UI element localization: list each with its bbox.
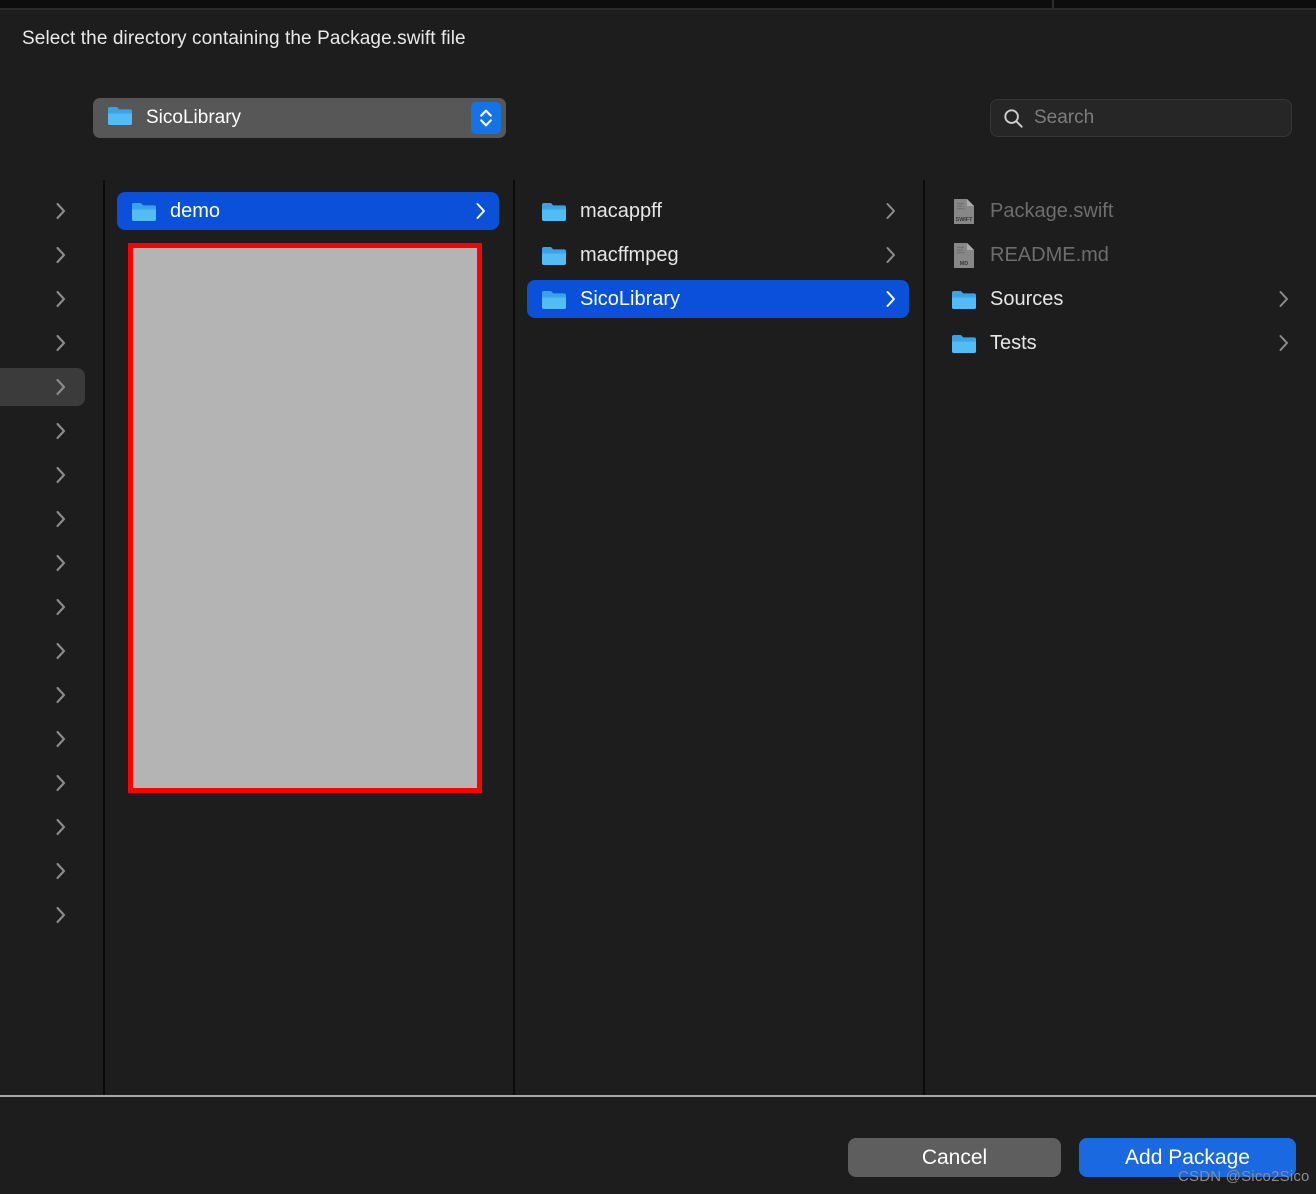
browser-row-clipped[interactable] — [0, 412, 85, 450]
browser-row-clipped[interactable] — [0, 236, 85, 274]
browser-row-label: Sources — [990, 287, 1064, 310]
chevron-right-icon — [55, 509, 67, 529]
browser-row[interactable]: Sources — [937, 280, 1302, 318]
dialog-title: Select the directory containing the Pack… — [22, 28, 466, 49]
open-panel-dialog: Select the directory containing the Pack… — [0, 0, 1316, 1194]
chevron-right-icon — [55, 861, 67, 881]
browser-row-label: demo — [170, 199, 221, 222]
folder-icon — [951, 333, 977, 354]
browser-column-0 — [0, 180, 103, 1095]
up-down-chevron-icon[interactable] — [471, 102, 501, 134]
browser-row-clipped[interactable] — [0, 720, 85, 758]
browser-row-label: macffmpeg — [580, 243, 679, 266]
browser-row[interactable]: macffmpeg — [527, 236, 909, 274]
browser-row[interactable]: macappff — [527, 192, 909, 230]
chevron-right-icon — [55, 641, 67, 661]
browser-row[interactable]: SicoLibrary — [527, 280, 909, 318]
browser-row[interactable]: Tests — [937, 324, 1302, 362]
chevron-right-icon — [55, 817, 67, 837]
browser-row-clipped[interactable] — [0, 764, 85, 802]
chevron-right-icon — [55, 465, 67, 485]
folder-icon — [541, 289, 567, 310]
chevron-right-icon — [885, 245, 897, 265]
chevron-right-icon — [1278, 333, 1290, 353]
window-edge-divider — [1052, 0, 1054, 8]
browser-row[interactable]: MD README.md — [937, 236, 1302, 274]
chevron-right-icon — [55, 289, 67, 309]
browser-row-label: Tests — [990, 331, 1037, 354]
chevron-right-icon — [55, 201, 67, 221]
browser-column-2: macappff macffmpeg SicoLibrary — [513, 180, 923, 1095]
chevron-right-icon — [1278, 289, 1290, 309]
chevron-right-icon — [55, 905, 67, 925]
svg-text:SWIFT: SWIFT — [956, 217, 973, 223]
chevron-right-icon — [885, 289, 897, 309]
swift-document-icon: SWIFT — [951, 198, 977, 225]
path-popup-value: SicoLibrary — [146, 107, 242, 128]
chevron-right-icon — [55, 333, 67, 353]
browser-row-clipped[interactable] — [0, 852, 85, 890]
browser-row-clipped[interactable] — [0, 808, 85, 846]
chevron-right-icon — [55, 597, 67, 617]
red-highlight-rectangle — [128, 243, 482, 793]
window-edge-strip — [0, 0, 1316, 8]
search-input[interactable] — [1034, 107, 1274, 129]
folder-icon — [951, 289, 977, 310]
chevron-right-icon — [55, 245, 67, 265]
browser-row-clipped[interactable] — [0, 544, 85, 582]
folder-icon — [107, 105, 133, 131]
chevron-right-icon — [55, 773, 67, 793]
browser-row-clipped[interactable] — [0, 456, 85, 494]
browser-row-clipped[interactable] — [0, 280, 85, 318]
folder-icon — [541, 245, 567, 266]
browser-row-label: README.md — [990, 243, 1109, 266]
browser-column-3: SWIFT Package.swift MD README.md Sources Test… — [923, 180, 1316, 1095]
browser-row[interactable]: SWIFT Package.swift — [937, 192, 1302, 230]
path-popup-button[interactable]: SicoLibrary — [93, 98, 506, 138]
browser-row-clipped[interactable] — [0, 192, 85, 230]
window-edge-separator — [0, 8, 1316, 10]
browser-row-clipped[interactable] — [0, 500, 85, 538]
browser-row-clipped[interactable] — [0, 632, 85, 670]
folder-icon — [131, 201, 157, 222]
chevron-right-icon — [55, 553, 67, 573]
browser-row-label: macappff — [580, 199, 662, 222]
chevron-right-icon — [55, 421, 67, 441]
browser-row-clipped[interactable] — [0, 324, 85, 362]
browser-row-clipped[interactable] — [0, 896, 85, 934]
browser-row-label: SicoLibrary — [580, 287, 681, 310]
browser-row-clipped[interactable] — [0, 368, 85, 406]
browser-row-label: Package.swift — [990, 199, 1114, 222]
search-field[interactable] — [990, 99, 1292, 137]
browser-row-clipped[interactable] — [0, 588, 85, 626]
cancel-button[interactable]: Cancel — [848, 1138, 1061, 1177]
svg-text:MD: MD — [960, 261, 968, 267]
folder-icon — [541, 201, 567, 222]
chevron-right-icon — [885, 201, 897, 221]
browser-row[interactable]: demo — [117, 192, 499, 230]
chevron-right-icon — [55, 729, 67, 749]
chevron-right-icon — [55, 685, 67, 705]
md-document-icon: MD — [951, 242, 977, 269]
watermark: CSDN @Sico2Sico — [1178, 1168, 1310, 1185]
browser-row-clipped[interactable] — [0, 676, 85, 714]
chevron-right-icon — [55, 377, 67, 397]
chevron-right-icon — [475, 201, 487, 221]
search-icon — [1003, 108, 1024, 129]
